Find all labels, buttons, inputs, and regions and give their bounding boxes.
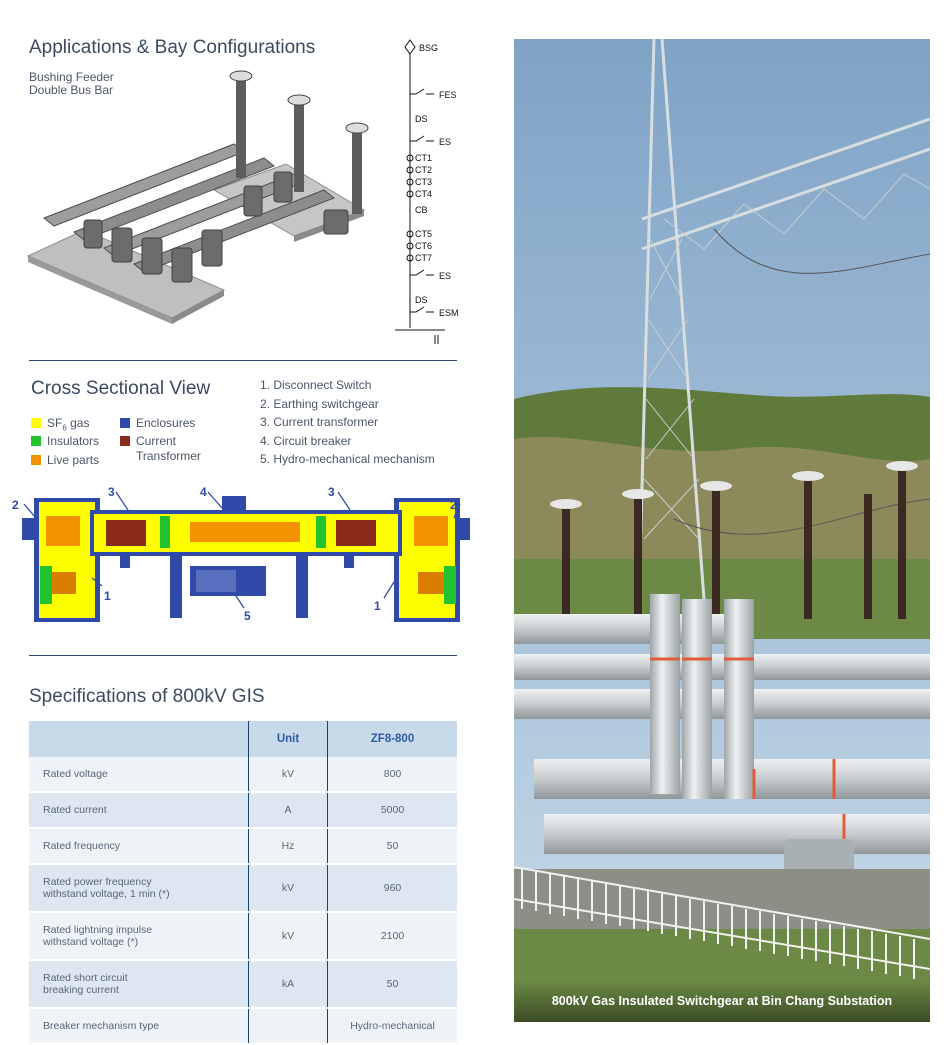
callout-3: 3 xyxy=(108,485,115,499)
section-divider xyxy=(29,655,457,656)
section-divider xyxy=(29,360,457,361)
single-line-diagram: BSG FES DS ES CT1 CT2 CT3 CT4 CB CT5 CT6… xyxy=(395,39,459,344)
sld-label: CB xyxy=(415,205,428,215)
sld-label: ES xyxy=(439,137,451,147)
sld-label: FES xyxy=(439,90,457,100)
table-row: Breaker mechanism type Hydro-mechanical xyxy=(29,1008,457,1045)
sld-label: CT6 xyxy=(415,241,432,251)
parts-list-item: 5. Hydro-mechanical mechanism xyxy=(260,452,435,466)
value-cell: 960 xyxy=(327,864,457,913)
value-cell: 50 xyxy=(327,828,457,865)
photo-caption: 800kV Gas Insulated Switchgear at Bin Ch… xyxy=(514,980,930,1022)
callout-5: 5 xyxy=(244,609,251,623)
param-cell: Rated short circuit breaking current xyxy=(29,960,249,1009)
callout-1: 1 xyxy=(104,589,111,603)
table-row: Rated frequency Hz 50 xyxy=(29,828,457,865)
param-cell: Rated current xyxy=(29,792,249,829)
unit-cell: A xyxy=(248,792,328,829)
sld-label: CT2 xyxy=(415,165,432,175)
value-cell: Hydro-mechanical xyxy=(327,1008,457,1045)
specs-table: Unit ZF8-800 Rated voltage kV 800 Rated … xyxy=(29,721,457,1045)
param-cell: Rated lightning impulse withstand voltage… xyxy=(29,912,249,961)
unit-cell xyxy=(248,1008,328,1045)
table-row: Rated power frequency withstand voltage, … xyxy=(29,864,457,913)
current-transformer-swatch xyxy=(120,436,130,446)
substation-photo: 800kV Gas Insulated Switchgear at Bin Ch… xyxy=(514,39,930,1022)
parts-list-item: 2. Earthing switchgear xyxy=(260,396,379,411)
unit-cell: kV xyxy=(248,864,328,913)
table-row: Rated voltage kV 800 xyxy=(29,757,457,793)
table-row: Rated short circuit breaking current kA 5… xyxy=(29,960,457,1009)
parts-list-item: 4. Circuit breaker xyxy=(260,433,352,448)
legend-item-sf6: SF6 gas xyxy=(31,416,89,432)
parts-list-item: 1. Disconnect Switch xyxy=(260,378,372,392)
specs-title: Specifications of 800kV GIS xyxy=(29,686,265,707)
legend-item-current-transformer: Current Transformer xyxy=(120,434,201,464)
legend-item-live-parts: Live parts xyxy=(31,453,99,467)
unit-cell: kV xyxy=(248,912,328,961)
gis-3d-illustration xyxy=(26,70,369,324)
param-cell: Breaker mechanism type xyxy=(29,1008,249,1045)
sld-label: CT5 xyxy=(415,229,432,239)
sld-label: DS xyxy=(415,295,428,305)
sld-label: ES xyxy=(439,271,451,281)
param-cell: Rated power frequency withstand voltage, … xyxy=(29,864,249,913)
sf6-swatch xyxy=(31,418,41,428)
sld-label: CT7 xyxy=(415,253,432,263)
applications-title: Applications & Bay Configurations xyxy=(29,37,316,58)
unit-cell: kA xyxy=(248,960,328,1009)
unit-cell: Hz xyxy=(248,828,328,865)
enclosures-swatch xyxy=(120,418,130,428)
specs-header-unit: Unit xyxy=(248,721,328,757)
specs-header-model: ZF8-800 xyxy=(327,721,457,757)
param-cell: Rated frequency xyxy=(29,828,249,865)
value-cell: 50 xyxy=(327,960,457,1009)
value-cell: 5000 xyxy=(327,792,457,829)
sld-label: CT4 xyxy=(415,189,432,199)
legend-item-insulators: Insulators xyxy=(31,434,99,448)
table-row: Rated lightning impulse withstand voltage… xyxy=(29,912,457,961)
sld-label: ESM xyxy=(439,308,459,318)
live-parts-swatch xyxy=(31,455,41,465)
value-cell: 800 xyxy=(327,757,457,793)
callout-4: 4 xyxy=(200,485,207,499)
unit-cell: kV xyxy=(248,757,328,793)
value-cell: 2100 xyxy=(327,912,457,961)
substation-photo-illustration xyxy=(514,39,930,1022)
sld-label: BSG xyxy=(419,43,438,53)
sld-label: CT3 xyxy=(415,177,432,187)
cross-section-title: Cross Sectional View xyxy=(31,378,211,399)
callout-3: 3 xyxy=(328,485,335,499)
callout-1: 1 xyxy=(374,599,381,613)
sld-label: DS xyxy=(415,114,428,124)
parts-list: 1. Disconnect Switch 2. Earthing switchg… xyxy=(260,376,435,469)
parts-list-item: 3. Current transformer xyxy=(260,415,379,429)
callout-2: 2 xyxy=(450,498,457,512)
cross-section-diagram: 2 3 4 3 2 1 5 1 xyxy=(12,485,470,623)
param-cell: Rated voltage xyxy=(29,757,249,793)
sld-label: CT1 xyxy=(415,153,432,163)
specs-header-row: Unit ZF8-800 xyxy=(29,721,457,757)
callout-2: 2 xyxy=(12,498,19,512)
insulators-swatch xyxy=(31,436,41,446)
table-row: Rated current A 5000 xyxy=(29,792,457,829)
cross-section-legend: SF6 gas Insulators Live parts Enclosures… xyxy=(31,412,261,472)
specs-header-param xyxy=(29,721,249,757)
legend-item-enclosures: Enclosures xyxy=(120,416,195,430)
